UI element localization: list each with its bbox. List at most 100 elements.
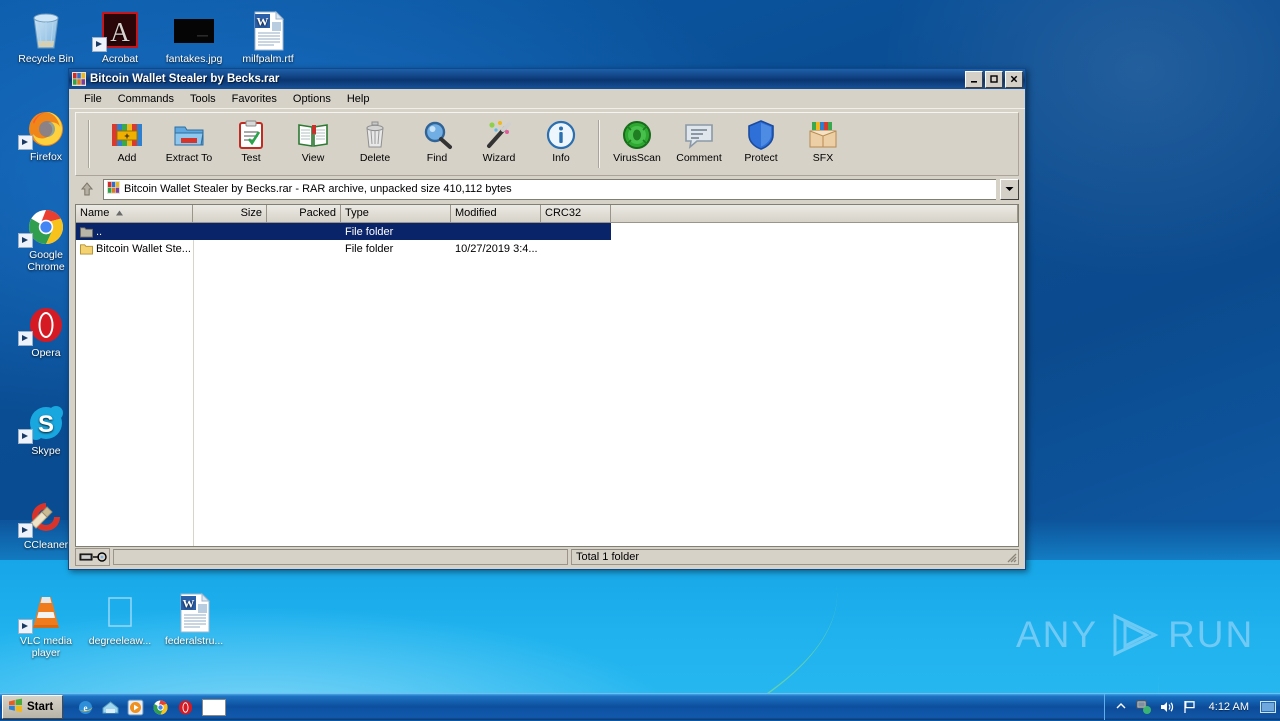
view-icon (297, 118, 329, 152)
system-tray[interactable]: 4:12 AM (1103, 694, 1280, 720)
toolbar-button-wizard[interactable]: Wizard (468, 114, 530, 174)
network-icon[interactable] (1136, 699, 1152, 715)
toolbar-button-info[interactable]: Info (530, 114, 592, 174)
menu-item-tools[interactable]: Tools (182, 91, 224, 107)
minimize-button[interactable] (965, 70, 983, 88)
show-hidden-icons-icon[interactable] (1113, 699, 1129, 715)
toolbar-button-label: Info (552, 152, 570, 164)
toolbar-button-label: Add (117, 152, 137, 164)
cell-name: .. (76, 226, 193, 238)
fantakes-jpg-icon (158, 6, 230, 52)
sort-ascending-icon (115, 207, 124, 219)
resize-grip[interactable] (1005, 551, 1017, 563)
address-bar[interactable]: Bitcoin Wallet Stealer by Becks.rar - RA… (69, 176, 1025, 204)
sfx-icon (807, 118, 839, 152)
toolbar-button-virusscan[interactable]: VirusScan (606, 114, 668, 174)
toolbar-button-label: Protect (744, 152, 778, 164)
toolbar-button-test[interactable]: Test (220, 114, 282, 174)
file-list-body[interactable]: .. File folder Bitcoin Wallet Ste... File f… (76, 223, 1018, 546)
desktop-icon-recycle-bin[interactable]: Recycle Bin (10, 6, 82, 66)
toolbar-grip[interactable] (88, 120, 90, 168)
toolbar[interactable]: + Add Extract To Test View Delete Find W… (69, 108, 1025, 176)
up-one-level-button[interactable] (75, 179, 99, 199)
table-row[interactable]: Bitcoin Wallet Ste... File folder 10/27/20… (76, 240, 1018, 257)
column-header-label: Size (240, 207, 262, 219)
table-row[interactable]: .. File folder (76, 223, 611, 240)
column-header-packed[interactable]: Packed (267, 205, 341, 222)
taskbar-clock[interactable]: 4:12 AM (1205, 701, 1253, 713)
winrar-window[interactable]: Bitcoin Wallet Stealer by Becks.rar File… (68, 68, 1026, 570)
blank-window-icon[interactable] (202, 698, 227, 716)
file-list-name-panel (76, 223, 194, 546)
flag-action-center-icon[interactable] (1182, 699, 1198, 715)
toolbar-button-view[interactable]: View (282, 114, 344, 174)
archive-path-text: Bitcoin Wallet Stealer by Becks.rar - RA… (124, 183, 512, 195)
toolbar-separator (598, 120, 600, 168)
chrome-icon[interactable] (152, 699, 169, 716)
menu-item-commands[interactable]: Commands (110, 91, 182, 107)
file-list[interactable]: Name Size Packed Type Modified CRC32 .. File f… (75, 204, 1019, 547)
taskbar[interactable]: Start e (0, 693, 1280, 720)
svg-text:S: S (38, 411, 54, 438)
virusscan-icon (621, 118, 653, 152)
close-button[interactable] (1005, 70, 1023, 88)
column-header-name[interactable]: Name (76, 205, 193, 222)
svg-text:+: + (124, 131, 129, 141)
desktop-icon-label: VLC media player (20, 635, 72, 659)
column-header-size[interactable]: Size (193, 205, 267, 222)
desktop-icon-acrobat[interactable]: A Acrobat (84, 6, 156, 66)
column-header-type[interactable]: Type (341, 205, 451, 222)
toolbar-button-sfx[interactable]: SFX (792, 114, 854, 174)
protect-icon (745, 118, 777, 152)
menu-bar[interactable]: File Commands Tools Favorites Options Help (69, 89, 1025, 108)
column-header-modified[interactable]: Modified (451, 205, 541, 222)
maximize-button[interactable] (985, 70, 1003, 88)
toolbar-button-add[interactable]: + Add (96, 114, 158, 174)
quick-launch-bar[interactable]: e (77, 698, 227, 716)
desktop-icon-fantakes-jpg[interactable]: fantakes.jpg (158, 6, 230, 66)
desktop-icon-label: degreeleaw... (88, 635, 152, 647)
toolbar-button-label: Comment (676, 152, 722, 164)
disk-key-icon (75, 548, 110, 566)
address-dropdown-button[interactable] (1000, 178, 1019, 200)
desktop-icon-milfpalm-rtf[interactable]: W milfpalm.rtf (232, 6, 304, 66)
file-list-header[interactable]: Name Size Packed Type Modified CRC32 (76, 205, 1018, 223)
toolbar-button-delete[interactable]: Delete (344, 114, 406, 174)
opera-icon[interactable] (177, 699, 194, 716)
column-header-label: CRC32 (545, 207, 582, 219)
show-desktop-button[interactable] (1260, 699, 1276, 715)
volume-icon[interactable] (1159, 699, 1175, 715)
toolbar-buttons[interactable]: + Add Extract To Test View Delete Find W… (75, 112, 1019, 176)
toolbar-button-label: Test (241, 152, 261, 164)
archive-path-field[interactable]: Bitcoin Wallet Stealer by Becks.rar - RA… (103, 178, 996, 200)
anyrun-watermark: ANY RUN (1016, 612, 1254, 658)
window-titlebar[interactable]: Bitcoin Wallet Stealer by Becks.rar (69, 69, 1025, 89)
desktop-icon-label: milfpalm.rtf (242, 53, 294, 65)
window-controls[interactable] (965, 70, 1023, 88)
toolbar-button-protect[interactable]: Protect (730, 114, 792, 174)
toolbar-button-extract-to[interactable]: Extract To (158, 114, 220, 174)
menu-item-help[interactable]: Help (339, 91, 378, 107)
column-header-crc32[interactable]: CRC32 (541, 205, 611, 222)
desktop-icon-vlc-media-player[interactable]: VLC media player (10, 588, 82, 659)
media-player-icon[interactable] (127, 699, 144, 716)
toolbar-button-comment[interactable]: Comment (668, 114, 730, 174)
show-desktop-icon[interactable] (102, 699, 119, 716)
test-icon (235, 118, 267, 152)
menu-item-file[interactable]: File (76, 91, 110, 107)
degreeleaw-file-icon (84, 588, 156, 634)
desktop-icon-federalstru-rtf[interactable]: W federalstru... (158, 588, 230, 648)
start-button[interactable]: Start (2, 695, 64, 719)
menu-item-favorites[interactable]: Favorites (224, 91, 285, 107)
menu-item-options[interactable]: Options (285, 91, 339, 107)
cell-text: .. (96, 225, 103, 238)
internet-explorer-icon[interactable]: e (77, 699, 94, 716)
status-bar: Total 1 folder (69, 547, 1025, 569)
toolbar-button-find[interactable]: Find (406, 114, 468, 174)
column-header-label: Packed (299, 207, 336, 219)
watermark-text-run: RUN (1168, 614, 1255, 655)
column-header-filler (611, 205, 1018, 222)
comment-icon (683, 118, 715, 152)
shortcut-arrow-icon (92, 37, 107, 52)
desktop-icon-degreeleaw-file[interactable]: degreeleaw... (84, 588, 156, 648)
